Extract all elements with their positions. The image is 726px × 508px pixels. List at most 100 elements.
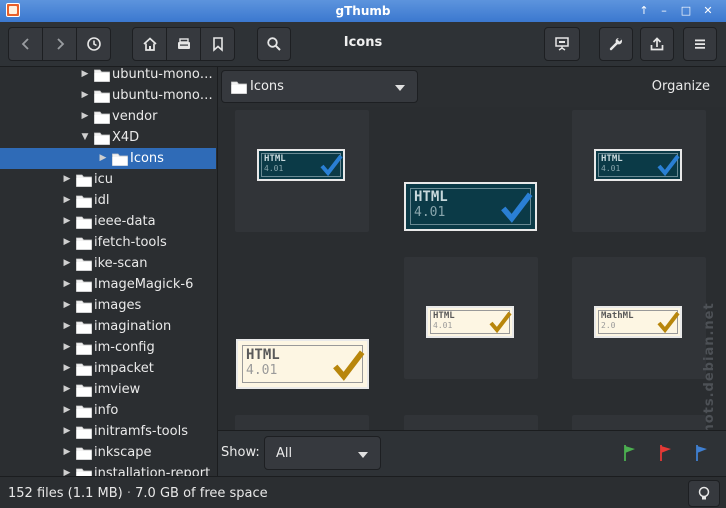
expander-closed-icon[interactable]: ▶ xyxy=(98,148,108,169)
thumbnail-image: MathML 2.0 xyxy=(594,306,682,338)
expander-closed-icon[interactable]: ▶ xyxy=(62,316,72,337)
presentation-button[interactable] xyxy=(544,27,580,61)
green-flag-icon[interactable] xyxy=(623,444,637,462)
sidebar-item[interactable]: ▶ installation-report xyxy=(0,463,216,476)
sidebar-item[interactable]: ▶ ubuntu-mono… xyxy=(0,85,216,106)
forward-button[interactable] xyxy=(42,27,77,61)
sidebar-item[interactable]: ▶ ImageMagick-6 xyxy=(0,274,216,295)
organize-button[interactable]: Organize xyxy=(652,79,710,94)
folder-icon xyxy=(76,236,92,250)
folder-icon xyxy=(76,404,92,418)
expander-closed-icon[interactable]: ▶ xyxy=(62,337,72,358)
sidebar-item-label: ImageMagick-6 xyxy=(94,277,194,292)
expander-closed-icon[interactable]: ▶ xyxy=(62,211,72,232)
sidebar-item[interactable]: ▶ vendor xyxy=(0,106,216,127)
checkmark-icon xyxy=(333,350,365,381)
thumbnail-cell[interactable]: HTML 4.01 xyxy=(572,110,706,232)
sidebar-item[interactable]: ▶ icu xyxy=(0,169,216,190)
sidebar-item[interactable]: ▶ Icons xyxy=(0,148,216,169)
thumbnail-cell[interactable]: HTML 4.01 xyxy=(404,110,538,232)
sidebar-item[interactable]: ▶ info xyxy=(0,400,216,421)
sidebar-item[interactable]: ▶ images xyxy=(0,295,216,316)
location-dropdown[interactable]: Icons xyxy=(221,70,418,103)
location-label: Icons xyxy=(250,79,284,94)
lightbulb-icon xyxy=(698,486,710,499)
expander-closed-icon[interactable]: ▶ xyxy=(62,463,72,476)
search-icon xyxy=(267,37,281,51)
keep-above-icon[interactable]: ↑ xyxy=(636,3,652,18)
expander-closed-icon[interactable]: ▶ xyxy=(62,442,72,463)
sidebar-item-label: ifetch-tools xyxy=(94,235,167,250)
expander-closed-icon[interactable]: ▶ xyxy=(62,295,72,316)
folder-icon xyxy=(76,194,92,208)
thumbnail-grid[interactable]: HTML 4.01 HTML 4.01 HTML 4.01 HTML 4.01 xyxy=(218,107,726,430)
thumbnail-text-version: 4.01 xyxy=(414,205,446,220)
expander-closed-icon[interactable]: ▶ xyxy=(62,400,72,421)
thumbnail-image: HTML 4.01 xyxy=(257,149,345,181)
thumbnail-image: HTML 4.01 xyxy=(404,182,537,231)
sidebar-item[interactable]: ▶ ieee-data xyxy=(0,211,216,232)
checkmark-icon xyxy=(489,311,512,334)
expander-closed-icon[interactable]: ▶ xyxy=(80,67,90,85)
sidebar-item[interactable]: ▶ inkscape xyxy=(0,442,216,463)
bookmarks-button[interactable] xyxy=(200,27,235,61)
expander-closed-icon[interactable]: ▶ xyxy=(62,169,72,190)
thumbnail-cell[interactable]: MathML 2.0 xyxy=(572,257,706,379)
sidebar-item[interactable]: ▶ ubuntu-mono… xyxy=(0,67,216,85)
info-toggle-button[interactable] xyxy=(688,480,720,507)
removable-media-button[interactable] xyxy=(166,27,201,61)
sidebar-item[interactable]: ▶ initramfs-tools xyxy=(0,421,216,442)
thumbnail-cell[interactable] xyxy=(404,415,538,430)
expander-closed-icon[interactable]: ▶ xyxy=(80,106,90,127)
blue-flag-icon[interactable] xyxy=(695,444,709,462)
expander-closed-icon[interactable]: ▶ xyxy=(62,421,72,442)
folder-icon xyxy=(76,320,92,334)
search-button[interactable] xyxy=(257,27,291,61)
home-button[interactable] xyxy=(132,27,167,61)
show-filter-dropdown[interactable]: All xyxy=(264,436,381,470)
expander-closed-icon[interactable]: ▶ xyxy=(62,253,72,274)
sidebar-item[interactable]: ▶ imagination xyxy=(0,316,216,337)
thumbnail-text-title: HTML xyxy=(414,189,448,205)
expander-closed-icon[interactable]: ▶ xyxy=(80,85,90,106)
thumbnail-cell[interactable]: HTML 4.01 xyxy=(404,257,538,379)
window-title: gThumb xyxy=(335,4,391,18)
sidebar-item[interactable]: ▶ impacket xyxy=(0,358,216,379)
sidebar-item[interactable]: ▶ ike-scan xyxy=(0,253,216,274)
presentation-icon xyxy=(555,37,569,51)
expander-open-icon[interactable]: ▼ xyxy=(80,127,90,148)
history-button[interactable] xyxy=(76,27,111,61)
minimize-button[interactable]: – xyxy=(656,3,672,18)
sidebar-item[interactable]: ▶ ifetch-tools xyxy=(0,232,216,253)
thumbnail-cell[interactable] xyxy=(572,415,706,430)
thumbnail-cell[interactable]: HTML 4.01 xyxy=(235,257,369,389)
file-count: 152 files (1.1 MB) xyxy=(8,486,123,501)
sidebar-item-label: icu xyxy=(94,172,113,187)
sidebar-item-label: images xyxy=(94,298,142,313)
sidebar-item[interactable]: ▶ imview xyxy=(0,379,216,400)
sidebar-item[interactable]: ▶ idl xyxy=(0,190,216,211)
share-button[interactable] xyxy=(640,27,674,61)
forward-icon xyxy=(56,38,64,50)
sidebar-item[interactable]: ▼ X4D xyxy=(0,127,216,148)
folder-icon xyxy=(94,89,110,103)
expander-closed-icon[interactable]: ▶ xyxy=(62,232,72,253)
drive-icon xyxy=(177,38,190,49)
close-button[interactable]: ✕ xyxy=(700,3,716,18)
maximize-button[interactable]: □ xyxy=(678,3,694,18)
back-button[interactable] xyxy=(8,27,43,61)
thumbnail-cell[interactable] xyxy=(235,415,369,430)
expander-closed-icon[interactable]: ▶ xyxy=(62,358,72,379)
sidebar-item-label: initramfs-tools xyxy=(94,424,188,439)
tools-button[interactable] xyxy=(599,27,633,61)
sidebar-item[interactable]: ▶ im-config xyxy=(0,337,216,358)
expander-closed-icon[interactable]: ▶ xyxy=(62,274,72,295)
expander-closed-icon[interactable]: ▶ xyxy=(62,379,72,400)
red-flag-icon[interactable] xyxy=(659,444,673,462)
sidebar-item-label: ike-scan xyxy=(94,256,148,271)
thumbnail-cell[interactable]: HTML 4.01 xyxy=(235,110,369,232)
status-text: 152 files (1.1 MB) · 7.0 GB of free spac… xyxy=(8,486,268,501)
main-menu-button[interactable] xyxy=(683,27,717,61)
wrench-icon xyxy=(609,37,622,51)
expander-closed-icon[interactable]: ▶ xyxy=(62,190,72,211)
